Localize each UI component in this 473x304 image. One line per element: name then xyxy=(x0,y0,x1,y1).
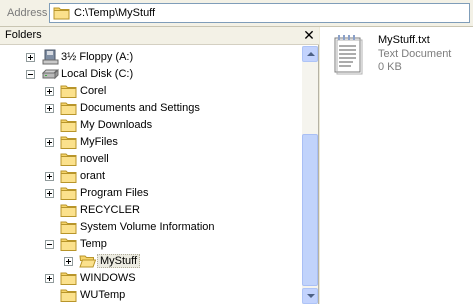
expand-icon[interactable] xyxy=(45,138,54,147)
tree-item-label: Temp xyxy=(80,238,107,250)
address-path: C:\Temp\MyStuff xyxy=(74,7,156,19)
expand-icon[interactable] xyxy=(26,53,35,62)
tree-item-label: Documents and Settings xyxy=(80,102,200,114)
tree-item-label: System Volume Information xyxy=(80,221,215,233)
tree-item-label: WUTemp xyxy=(80,289,126,301)
file-item[interactable]: MyStuff.txt Text Document 0 KB xyxy=(320,27,473,81)
folder-icon xyxy=(60,100,77,116)
arrow-up-icon xyxy=(307,52,315,56)
file-type: Text Document xyxy=(378,48,452,60)
address-bar: Address C:\Temp\MyStuff xyxy=(0,0,473,27)
folder-icon xyxy=(60,287,77,303)
tree-item-my-downloads[interactable]: My Downloads xyxy=(0,117,300,134)
tree-item-corel[interactable]: Corel xyxy=(0,83,300,100)
file-size: 0 KB xyxy=(378,61,402,73)
tree-item-label: My Downloads xyxy=(80,119,153,131)
expand-icon[interactable] xyxy=(64,257,73,266)
tree-item-windows[interactable]: WINDOWS xyxy=(0,270,300,287)
arrow-down-icon xyxy=(307,294,315,298)
tree-item-wutemp[interactable]: WUTemp xyxy=(0,287,300,304)
tree-item-label: orant xyxy=(80,170,106,182)
expand-icon[interactable] xyxy=(45,104,54,113)
tree-item-program-files[interactable]: Program Files xyxy=(0,185,300,202)
folder-icon xyxy=(60,185,77,201)
tree-item-label: MyFiles xyxy=(80,136,118,148)
hard-drive-icon xyxy=(41,66,59,82)
tree-item-novell[interactable]: novell xyxy=(0,151,300,168)
tree-item-floppy[interactable]: 3½ Floppy (A:) xyxy=(0,49,300,66)
file-list-pane: MyStuff.txt Text Document 0 KB xyxy=(320,27,473,304)
tree-item-label: MyStuff xyxy=(97,254,141,268)
open-folder-icon xyxy=(79,253,97,269)
tree-item-label: Program Files xyxy=(80,187,149,199)
file-name: MyStuff.txt xyxy=(378,34,430,46)
folder-icon xyxy=(60,219,77,235)
expand-icon[interactable] xyxy=(45,87,54,96)
collapse-icon[interactable] xyxy=(26,70,35,79)
expand-icon[interactable] xyxy=(45,274,54,283)
tree-item-temp[interactable]: Temp xyxy=(0,236,300,253)
folder-icon xyxy=(60,134,77,150)
tree-item-label: novell xyxy=(80,153,109,165)
tree-item-label: 3½ Floppy (A:) xyxy=(61,51,134,63)
close-icon[interactable]: ✕ xyxy=(302,28,316,42)
expand-icon[interactable] xyxy=(45,172,54,181)
folders-pane-header: Folders ✕ xyxy=(0,27,319,45)
tree-item-myfiles[interactable]: MyFiles xyxy=(0,134,300,151)
folder-icon xyxy=(60,168,77,184)
address-field[interactable]: C:\Temp\MyStuff xyxy=(49,3,470,23)
folder-icon xyxy=(60,151,77,167)
folder-icon xyxy=(60,270,77,286)
tree-item-mystuff[interactable]: MyStuff xyxy=(0,253,300,270)
tree-item-recycler[interactable]: RECYCLER xyxy=(0,202,300,219)
tree-item-orant[interactable]: orant xyxy=(0,168,300,185)
tree-item-local-disk[interactable]: Local Disk (C:) xyxy=(0,66,300,83)
tree-item-system-volume-information[interactable]: System Volume Information xyxy=(0,219,300,236)
vertical-scrollbar[interactable] xyxy=(302,46,318,304)
text-document-icon xyxy=(333,33,363,75)
expand-icon[interactable] xyxy=(45,189,54,198)
folder-icon xyxy=(53,6,70,23)
folders-pane-title: Folders xyxy=(5,29,42,41)
folder-icon xyxy=(60,83,77,99)
folder-icon xyxy=(60,236,77,252)
tree-item-documents-and-settings[interactable]: Documents and Settings xyxy=(0,100,300,117)
tree-item-label: RECYCLER xyxy=(80,204,140,216)
tree-item-label: WINDOWS xyxy=(80,272,136,284)
folder-icon xyxy=(60,117,77,133)
scroll-up-button[interactable] xyxy=(302,46,318,62)
tree-item-label: Local Disk (C:) xyxy=(61,68,134,80)
floppy-drive-icon xyxy=(42,49,59,65)
tree-item-label: Corel xyxy=(80,85,107,97)
address-label: Address xyxy=(7,7,48,19)
scroll-thumb[interactable] xyxy=(302,134,318,286)
collapse-icon[interactable] xyxy=(45,240,54,249)
folder-tree: 3½ Floppy (A:) Local Disk (C:) Corel Doc… xyxy=(0,46,302,304)
scroll-down-button[interactable] xyxy=(302,288,318,304)
folder-icon xyxy=(60,202,77,218)
folders-pane: Folders ✕ 3½ Floppy (A:) Local Disk (C:)… xyxy=(0,27,319,304)
